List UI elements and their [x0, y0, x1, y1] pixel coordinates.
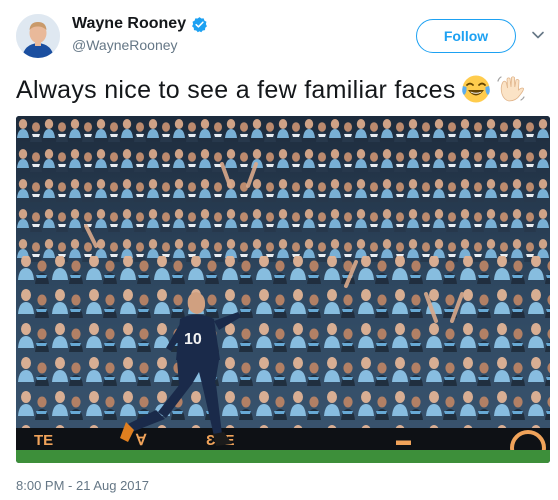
tweet-text: Always nice to see a few familiar faces	[16, 74, 526, 105]
face-with-tears-of-joy-icon	[461, 74, 491, 104]
tweet-text-content: Always nice to see a few familiar faces	[16, 76, 456, 104]
follow-button[interactable]: Follow	[416, 19, 516, 53]
chevron-down-icon[interactable]	[530, 27, 546, 43]
waving-hand-icon	[496, 74, 526, 104]
tweet-media-photo[interactable]: TE Ɐ ƐTE ▬ 10	[16, 116, 550, 463]
player-number: 10	[184, 331, 202, 348]
svg-text:▬: ▬	[396, 432, 411, 449]
author-avatar[interactable]	[16, 14, 60, 58]
verified-badge-icon	[192, 16, 208, 32]
author-info: Wayne Rooney @WayneRooney	[72, 15, 208, 53]
crowd-photo: TE Ɐ ƐTE ▬ 10	[16, 116, 550, 463]
author-name[interactable]: Wayne Rooney	[72, 15, 186, 33]
svg-text:TE: TE	[34, 432, 53, 449]
author-handle[interactable]: @WayneRooney	[72, 37, 208, 53]
profile-avatar-icon	[16, 14, 60, 58]
svg-text:Ɐ: Ɐ	[135, 432, 147, 449]
tweet-timestamp[interactable]: 8:00 PM - 21 Aug 2017	[16, 478, 149, 493]
tweet-card: Wayne Rooney @WayneRooney Follow Always …	[0, 0, 558, 500]
